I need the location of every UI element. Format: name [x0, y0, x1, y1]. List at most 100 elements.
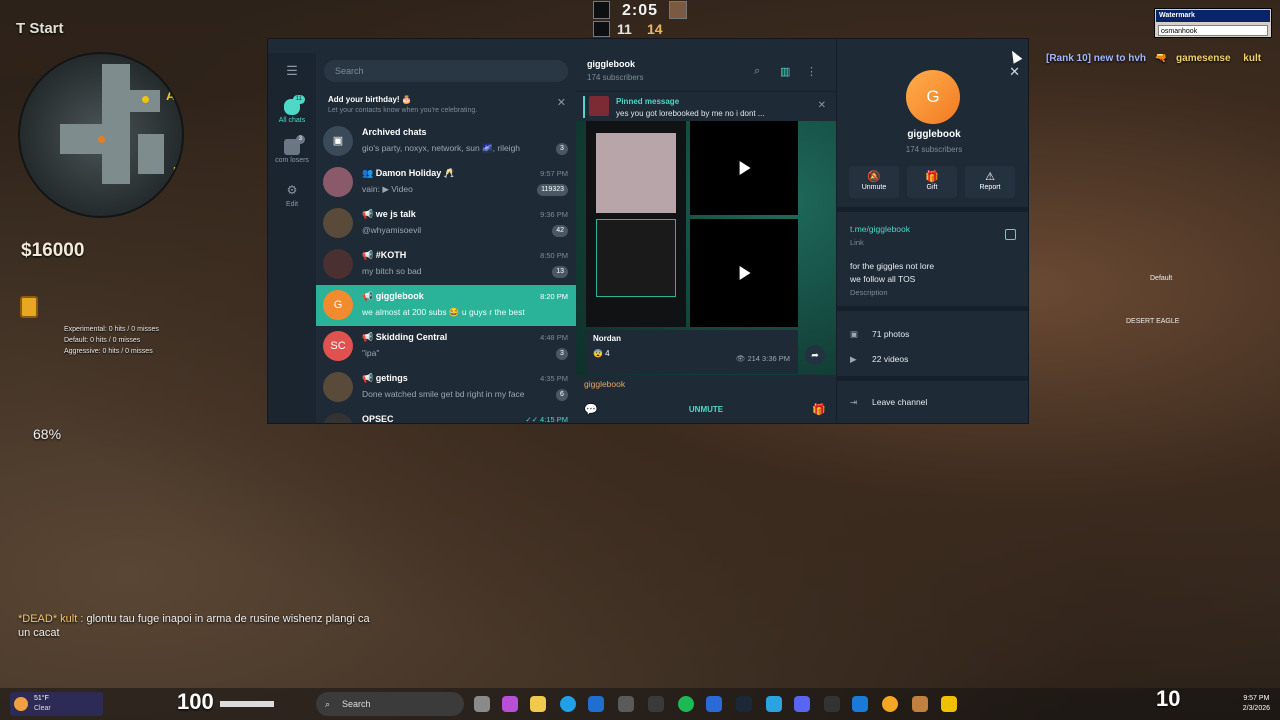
app-icon[interactable] [852, 696, 868, 712]
game-chat: *DEAD* kult : glontu tau fuge inapoi in … [18, 612, 378, 640]
channel-header[interactable]: gigglebook 174 subscribers ⌕ ▥ ⋮ [576, 53, 836, 91]
chat-row-koth[interactable]: 📢 #KOTH my bitch so bad 8:50 PM 13 [316, 244, 576, 285]
message-views-time: 👁 214 3:36 PM [735, 354, 790, 363]
unread-badge: 119323 [537, 184, 568, 196]
app-icon[interactable] [648, 696, 664, 712]
leave-channel-row[interactable]: ⇥ Leave channel [850, 397, 927, 408]
outlook-icon[interactable] [588, 696, 604, 712]
system-clock[interactable]: 9:57 PM 2/3/2026 [1243, 694, 1270, 714]
videos-row[interactable]: ▶ 22 videos [850, 354, 908, 365]
folder-all-chats[interactable]: 11 All chats [268, 95, 316, 124]
forward-icon[interactable]: ➦ [805, 345, 825, 365]
watermark-input[interactable]: osmanhook [1158, 25, 1268, 36]
reaction-badge[interactable]: 😨 4 [593, 349, 610, 358]
bomb-icon [20, 296, 38, 318]
media-album [586, 121, 798, 330]
search-icon: ⌕ [325, 699, 331, 709]
action-label: Gift [926, 184, 938, 191]
chat-row-damon[interactable]: 👥 Damon Holiday 🥂 vain: ▶ Video 9:57 PM … [316, 162, 576, 203]
clock-date: 2/3/2026 [1242, 705, 1270, 712]
pinned-title: Pinned message [616, 97, 680, 106]
app-icon[interactable] [706, 696, 722, 712]
video-thumbnail[interactable] [690, 219, 798, 327]
qr-code-icon[interactable] [1005, 229, 1016, 240]
percent-indicator: 68% [33, 426, 62, 442]
folder-com-losers[interactable]: 3 com losers [268, 135, 316, 164]
chat-row-opsec[interactable]: OPSEC ✓✓ 4:15 PM [316, 408, 576, 423]
video-thumbnail[interactable] [690, 121, 798, 215]
chat-time: 4:48 PM [540, 333, 568, 342]
chat-name: 📢 getings [362, 373, 408, 383]
weather-temp: 51°F [34, 695, 49, 702]
clock-time: 9:57 PM [1243, 695, 1270, 702]
birthday-banner[interactable]: Add your birthday! 🎂 Let your contacts k… [316, 87, 576, 119]
chat-row-getings[interactable]: 📢 getings Done watched smile get bd righ… [316, 367, 576, 408]
channel-footer: 💬 UNMUTE 🎁 [576, 395, 836, 423]
gift-icon[interactable]: 🎁 [812, 403, 826, 416]
close-icon[interactable]: ✕ [818, 100, 826, 111]
sidebar-toggle-icon[interactable]: ▥ [780, 65, 790, 78]
pinned-text: yes you got lorebooked by me no i dont .… [616, 109, 765, 118]
file-explorer-icon[interactable] [530, 696, 546, 712]
app-icon[interactable] [824, 696, 840, 712]
spotify-icon[interactable] [678, 696, 694, 712]
close-icon[interactable]: ✕ [557, 96, 566, 109]
chat-row-gigglebook[interactable]: G 📢 gigglebook we almost at 200 subs 😂 u… [316, 285, 576, 326]
weather-widget[interactable]: 51°F Clear [10, 692, 103, 716]
birthday-title: Add your birthday! 🎂 [328, 95, 412, 104]
edge-icon[interactable] [560, 696, 576, 712]
store-icon[interactable] [618, 696, 634, 712]
photos-count: 71 photos [872, 329, 910, 339]
chat-row-archived[interactable]: ▣ Archived chats gio's party, noxyx, net… [316, 121, 576, 162]
pin-indicator [583, 96, 585, 118]
photos-row[interactable]: ▣ 71 photos [850, 329, 909, 340]
search-icon[interactable]: ⌕ [754, 65, 760, 78]
folder-rail: ☰ 11 All chats 3 com losers ⚙ Edit [268, 53, 316, 423]
divider [837, 306, 1028, 311]
telegram-icon[interactable] [766, 696, 782, 712]
channel-link[interactable]: t.me/gigglebook [850, 224, 910, 234]
chat-row-wejstalk[interactable]: 📢 we js talk @whyamisoevil 9:36 PM 42 [316, 203, 576, 244]
unread-badge: 42 [552, 225, 568, 237]
discord-icon[interactable] [794, 696, 810, 712]
folder-label: All chats [278, 117, 306, 124]
stat-line: Experimental: 0 hits / 0 misses [64, 326, 159, 333]
message-footer: Nordan 😨 4 👁 214 3:36 PM [586, 330, 798, 374]
copilot-icon[interactable] [502, 696, 518, 712]
report-action[interactable]: ⚠ Report [965, 166, 1015, 198]
app-icon[interactable] [941, 696, 957, 712]
chat-list: Search Add your birthday! 🎂 Let your con… [316, 53, 576, 423]
unread-badge: 3 [556, 348, 568, 360]
task-view-icon[interactable] [474, 696, 490, 712]
more-menu-icon[interactable]: ⋮ [806, 65, 817, 78]
avatar [323, 167, 353, 197]
avatar [323, 249, 353, 279]
counter-strike-icon[interactable] [912, 696, 928, 712]
folder-label: com losers [275, 157, 309, 164]
folder-edit[interactable]: ⚙ Edit [268, 183, 316, 208]
next-message-preview: gigglebook [576, 375, 836, 395]
hamburger-menu-icon[interactable]: ☰ [268, 63, 316, 79]
taskbar-search[interactable]: ⌕ Search [316, 692, 464, 716]
archive-icon: ▣ [323, 126, 353, 156]
unread-badge: 3 [556, 143, 568, 155]
gift-action[interactable]: 🎁 Gift [907, 166, 957, 198]
unmute-button[interactable]: UNMUTE [576, 405, 836, 414]
pinned-message-bar[interactable]: Pinned message yes you got lorebooked by… [576, 91, 836, 121]
logout-icon: ⇥ [850, 397, 858, 407]
message-author: Nordan [593, 334, 621, 343]
app-icon[interactable] [882, 696, 898, 712]
score-t: 14 [647, 21, 663, 37]
ct-slot [593, 21, 610, 37]
killfeed-extra: kult [1243, 53, 1262, 64]
unmute-action[interactable]: 🔕 Unmute [849, 166, 899, 198]
folder-label: Edit [285, 201, 299, 208]
chat-row-skidding[interactable]: SC 📢 Skidding Central "ipa" 4:48 PM 3 [316, 326, 576, 367]
close-icon[interactable]: ✕ [1009, 64, 1020, 80]
steam-icon[interactable] [736, 696, 752, 712]
chat-time: 9:57 PM [540, 169, 568, 178]
media-screenshot[interactable] [586, 121, 686, 327]
unread-badge: 6 [556, 389, 568, 401]
channel-subscribers: 174 subscribers [587, 73, 644, 82]
chat-search-input[interactable]: Search [324, 60, 568, 82]
